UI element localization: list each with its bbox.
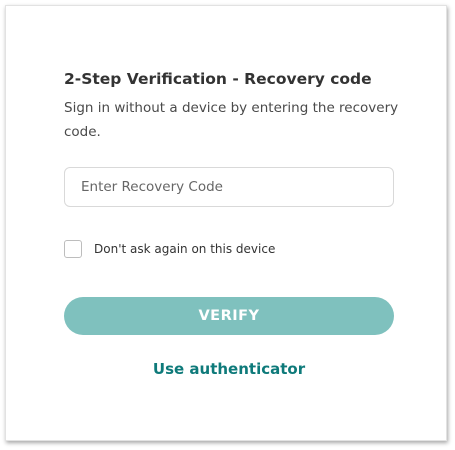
remember-device-label: Don't ask again on this device: [94, 242, 276, 256]
verify-button[interactable]: VERIFY: [64, 297, 394, 335]
recovery-code-card: 2-Step Verification - Recovery code Sign…: [5, 5, 447, 441]
use-authenticator-link[interactable]: Use authenticator: [64, 360, 394, 378]
page-description: Sign in without a device by entering the…: [64, 100, 399, 140]
page-title: 2-Step Verification - Recovery code: [64, 70, 372, 88]
remember-device-checkbox[interactable]: [64, 240, 82, 258]
recovery-code-input[interactable]: [64, 167, 394, 207]
remember-device-option[interactable]: Don't ask again on this device: [64, 240, 275, 258]
